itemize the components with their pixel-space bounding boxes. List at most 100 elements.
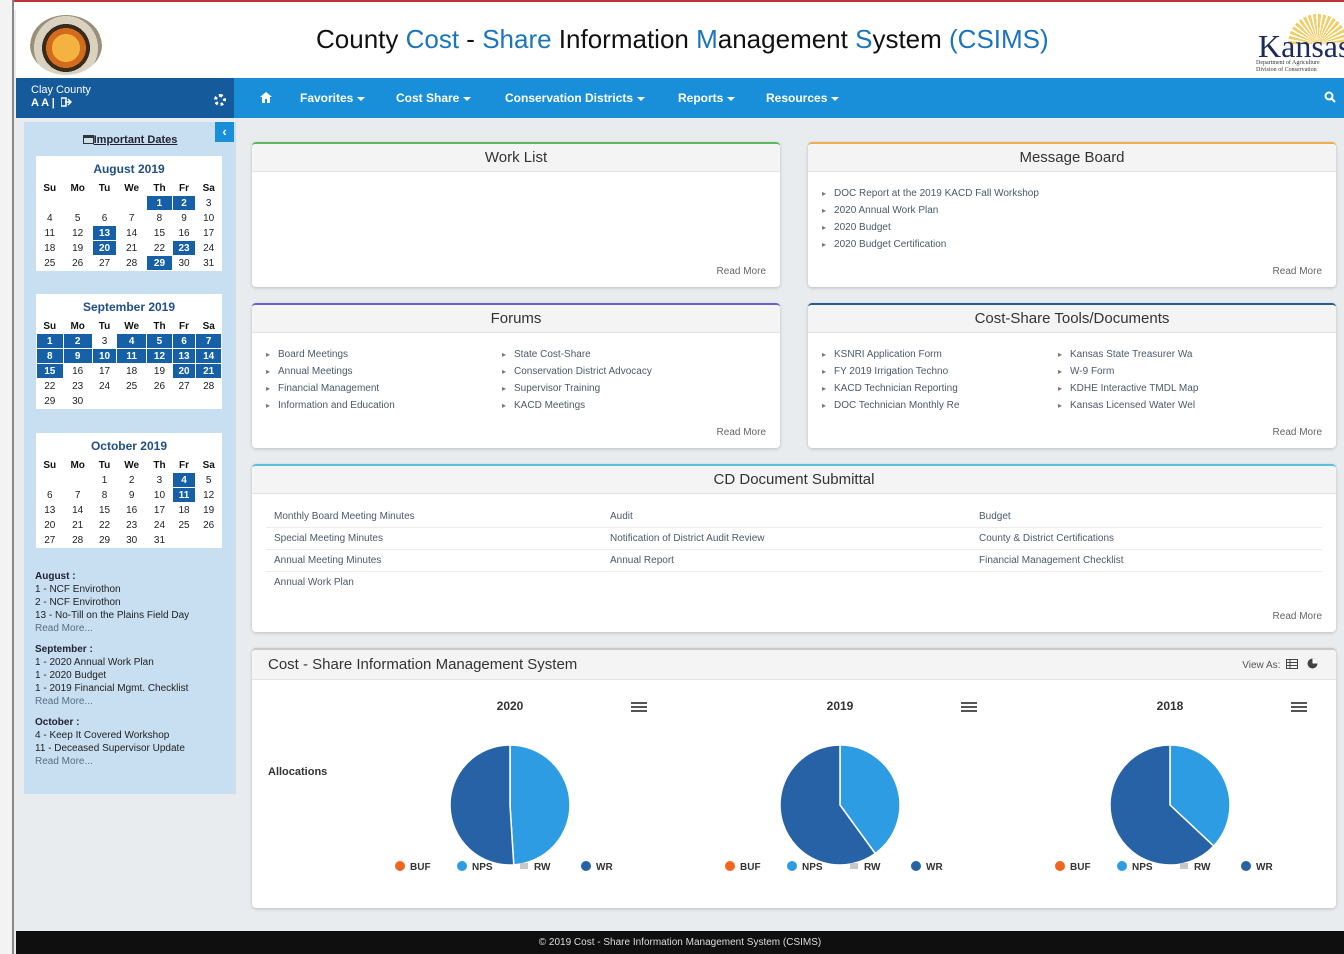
read-more-link[interactable]: Read More <box>1273 611 1322 622</box>
document-link[interactable]: Monthly Board Meeting Minutes <box>274 511 415 522</box>
calendar-day[interactable]: 25 <box>117 379 146 393</box>
calendar-day[interactable]: 2 <box>63 334 92 348</box>
calendar-day[interactable]: 13 <box>172 349 196 363</box>
legend-item[interactable]: NPS <box>1117 861 1153 873</box>
calendar-day[interactable]: 11 <box>117 349 147 363</box>
calendar-day[interactable]: 1 <box>147 196 172 210</box>
collapse-sidebar-button[interactable]: ‹ <box>215 122 234 142</box>
calendar-day[interactable]: 25 <box>173 518 196 532</box>
event-item[interactable]: 1 - 2019 Financial Mgmt. Checklist <box>35 682 230 695</box>
calendar-day[interactable]: 27 <box>37 533 63 547</box>
calendar-day[interactable]: 1 <box>93 473 116 487</box>
calendar-day[interactable]: 23 <box>172 241 196 255</box>
calendar-day[interactable]: 3 <box>147 473 172 487</box>
calendar-day[interactable]: 26 <box>64 256 92 270</box>
legend-item[interactable]: WR <box>911 861 943 873</box>
event-item[interactable]: 4 - Keep It Covered Workshop <box>35 729 230 742</box>
legend-item[interactable]: RW <box>1180 862 1211 873</box>
calendar-day[interactable]: 15 <box>93 503 116 517</box>
calendar-day[interactable]: 17 <box>196 226 221 240</box>
document-link[interactable]: Annual Work Plan <box>274 577 354 588</box>
hamburger-menu-icon[interactable] <box>961 702 977 712</box>
calendar-day[interactable]: 5 <box>196 473 221 487</box>
read-more-link[interactable]: Read More <box>1273 266 1322 277</box>
calendar-day[interactable]: 19 <box>147 364 172 378</box>
document-link[interactable]: Audit <box>610 511 633 522</box>
gear-icon[interactable] <box>214 94 226 106</box>
list-link[interactable]: DOC Report at the 2019 KACD Fall Worksho… <box>822 185 1039 202</box>
calendar-day[interactable]: 9 <box>173 211 196 225</box>
list-link[interactable]: 2020 Budget Certification <box>822 236 1039 253</box>
calendar-day[interactable]: 24 <box>147 518 172 532</box>
calendar-day[interactable]: 14 <box>64 503 92 517</box>
calendar-day[interactable]: 31 <box>196 256 221 270</box>
legend-item[interactable]: NPS <box>457 861 493 873</box>
calendar-day[interactable]: 21 <box>64 518 92 532</box>
calendar-day[interactable]: 27 <box>93 256 116 270</box>
calendar-day[interactable]: 12 <box>64 226 92 240</box>
calendar-day[interactable]: 4 <box>172 473 196 487</box>
calendar-day[interactable]: 20 <box>37 518 63 532</box>
calendar-day[interactable]: 14 <box>196 349 221 363</box>
calendar-day[interactable]: 28 <box>64 533 92 547</box>
calendar-day[interactable]: 19 <box>196 503 221 517</box>
calendar-day[interactable]: 25 <box>37 256 63 270</box>
home-icon[interactable] <box>260 92 272 103</box>
calendar-day[interactable]: 9 <box>117 488 146 502</box>
calendar-day[interactable]: 24 <box>196 241 221 255</box>
document-link[interactable]: Financial Management Checklist <box>979 555 1124 566</box>
calendar-day[interactable]: 20 <box>92 241 117 255</box>
legend-item[interactable]: RW <box>520 862 551 873</box>
calendar-day[interactable]: 18 <box>37 241 63 255</box>
calendar-day[interactable]: 8 <box>93 488 116 502</box>
read-more-link[interactable]: Read More... <box>35 622 230 635</box>
calendar-day[interactable]: 29 <box>37 394 63 408</box>
list-link[interactable]: FY 2019 Irrigation Techno <box>822 363 959 380</box>
list-link[interactable]: Financial Management <box>266 380 395 397</box>
calendar-day[interactable]: 24 <box>93 379 116 393</box>
list-link[interactable]: Conservation District Advocacy <box>502 363 652 380</box>
calendar-day[interactable]: 7 <box>117 211 146 225</box>
read-more-link[interactable]: Read More <box>1273 427 1322 438</box>
pie-view-icon[interactable] <box>1307 658 1318 669</box>
font-size-toggle[interactable]: A A | <box>31 97 72 109</box>
list-link[interactable]: Supervisor Training <box>502 380 652 397</box>
list-link[interactable]: 2020 Budget <box>822 219 1039 236</box>
calendar-day[interactable]: 29 <box>147 256 172 270</box>
important-dates-link[interactable]: Important Dates <box>24 134 236 146</box>
document-link[interactable]: Annual Meeting Minutes <box>274 555 381 566</box>
legend-item[interactable]: WR <box>1241 861 1273 873</box>
read-more-link[interactable]: Read More <box>717 427 766 438</box>
list-link[interactable]: Kansas State Treasurer Wa <box>1058 346 1198 363</box>
calendar-day[interactable]: 21 <box>196 364 221 378</box>
calendar-day[interactable]: 15 <box>147 226 172 240</box>
calendar-day[interactable]: 20 <box>172 364 196 378</box>
calendar-day[interactable]: 14 <box>117 226 146 240</box>
calendar-day[interactable]: 3 <box>196 196 221 210</box>
event-item[interactable]: 1 - 2020 Budget <box>35 669 230 682</box>
calendar-day[interactable]: 12 <box>196 488 221 502</box>
calendar-day[interactable]: 22 <box>37 379 63 393</box>
calendar-day[interactable]: 11 <box>37 226 63 240</box>
calendar-day[interactable]: 4 <box>37 211 63 225</box>
calendar-day[interactable]: 31 <box>147 533 172 547</box>
document-link[interactable]: Special Meeting Minutes <box>274 533 383 544</box>
calendar-day[interactable]: 23 <box>64 379 92 393</box>
calendar-day[interactable]: 23 <box>117 518 146 532</box>
calendar-day[interactable]: 10 <box>196 211 221 225</box>
calendar-day[interactable]: 2 <box>172 196 196 210</box>
calendar-day[interactable]: 13 <box>92 226 117 240</box>
calendar-day[interactable]: 28 <box>196 379 221 393</box>
calendar-day[interactable]: 16 <box>64 364 92 378</box>
calendar-day[interactable]: 6 <box>93 211 116 225</box>
calendar-day[interactable]: 21 <box>117 241 146 255</box>
legend-item[interactable]: NPS <box>787 861 823 873</box>
nav-favorites[interactable]: Favorites <box>300 91 366 105</box>
legend-item[interactable]: WR <box>581 861 613 873</box>
calendar-day[interactable]: 6 <box>37 488 63 502</box>
calendar-day[interactable]: 5 <box>147 334 172 348</box>
document-link[interactable]: Annual Report <box>610 555 674 566</box>
calendar-day[interactable]: 8 <box>37 349 63 363</box>
calendar-day[interactable]: 22 <box>147 241 172 255</box>
calendar-day[interactable]: 15 <box>37 364 63 378</box>
